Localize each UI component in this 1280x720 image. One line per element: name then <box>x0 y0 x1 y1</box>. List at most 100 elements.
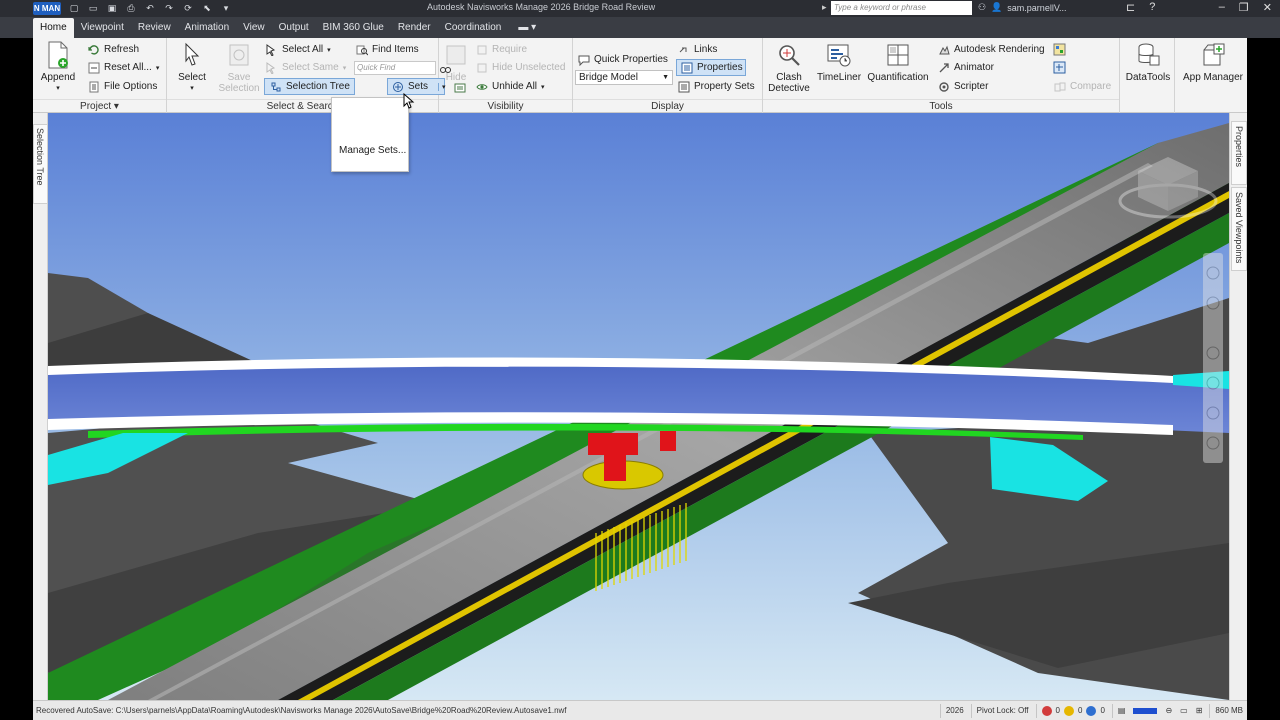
scripter-icon <box>937 80 950 93</box>
qat-dropdown-icon[interactable]: ▾ <box>221 3 231 14</box>
bridge-model-scene[interactable] <box>48 113 1229 700</box>
user-account[interactable]: ⚇ 👤 sam.parnellV... <box>978 2 1067 13</box>
properties-button[interactable]: Properties <box>676 59 746 76</box>
properties-dock-tab[interactable]: Properties <box>1231 121 1247 185</box>
navigation-bar[interactable] <box>1203 253 1223 463</box>
select-same-button[interactable]: Select Same ▾ <box>265 59 346 76</box>
pier-column[interactable] <box>604 451 626 481</box>
refresh-button[interactable]: Refresh <box>87 41 139 58</box>
select-icon[interactable]: ⬉ <box>202 3 212 14</box>
3d-viewport[interactable] <box>48 113 1229 700</box>
model-dropdown[interactable]: Bridge Model ▼ <box>575 70 673 85</box>
close-icon[interactable]: ✕ <box>1263 1 1272 14</box>
batch-utility-button[interactable] <box>1053 59 1066 76</box>
saved-viewpoints-dock-tab[interactable]: Saved Viewpoints <box>1231 187 1247 271</box>
property-sets-button[interactable]: Property Sets <box>677 78 755 95</box>
timeliner-icon <box>826 41 852 69</box>
save-icon[interactable]: ▣ <box>107 3 117 14</box>
unhide-all-button[interactable]: Unhide All ▾ <box>475 78 545 95</box>
find-items-icon <box>355 43 368 56</box>
tab-review[interactable]: Review <box>131 18 178 38</box>
file-options-icon <box>87 80 100 93</box>
pier-column-2[interactable] <box>660 431 676 451</box>
sheet-browser-icon[interactable]: ▤ <box>1118 704 1126 718</box>
hide-icon <box>443 41 469 69</box>
animator-button[interactable]: Animator <box>937 59 994 76</box>
restore-icon[interactable]: ❐ <box>1239 1 1249 14</box>
select-button[interactable]: Select ▾ <box>173 41 211 94</box>
quick-properties-button[interactable]: Quick Properties <box>577 51 668 68</box>
tab-view[interactable]: View <box>236 18 272 38</box>
disk-icon: ⊖ <box>1165 706 1173 715</box>
group-visibility: Hide Require Hide Unselected Unhide All … <box>439 38 573 113</box>
sets-button[interactable]: Sets ▾ <box>387 78 446 95</box>
group-tools: Clash Detective TimeLiner Quantification… <box>763 38 1120 113</box>
selection-tree-button[interactable]: Selection Tree <box>264 78 355 95</box>
scripter-button[interactable]: Scripter <box>937 78 988 95</box>
app-manager-button[interactable]: App Manager <box>1181 41 1245 83</box>
group-label-project[interactable]: Project ▾ <box>33 99 166 112</box>
cursor-icon <box>179 41 205 69</box>
network-icon: ⊞ <box>1195 706 1203 715</box>
new-file-icon[interactable]: ▢ <box>69 3 79 14</box>
cart-icon[interactable]: ⊏ <box>1126 1 1135 14</box>
save-selection-button[interactable]: Save Selection <box>218 41 260 94</box>
compare-button[interactable]: Compare <box>1053 78 1111 95</box>
undo-icon[interactable]: ↶ <box>145 3 155 14</box>
tab-output[interactable]: Output <box>272 18 316 38</box>
group-datatools: DataTools <box>1120 38 1175 113</box>
append-button[interactable]: Append ▾ <box>38 41 78 94</box>
info-icon <box>1086 706 1097 716</box>
app-logo[interactable]: N MAN <box>33 2 61 15</box>
file-options-button[interactable]: File Options <box>87 78 157 95</box>
datatools-button[interactable]: DataTools <box>1123 41 1173 83</box>
user-name[interactable]: sam.parnellV... <box>1007 3 1066 13</box>
tab-home[interactable]: Home <box>33 18 74 38</box>
binoculars-icon[interactable]: ⚇ <box>978 2 986 13</box>
compare-icon <box>1053 80 1066 93</box>
window-title: Autodesk Navisworks Manage 2026 Bridge R… <box>427 2 656 12</box>
hide-unselected-button[interactable]: Hide Unselected <box>475 59 565 76</box>
right-dock: Properties Saved Viewpoints <box>1229 113 1247 700</box>
animator-icon <box>937 61 950 74</box>
appearance-profiler-button[interactable] <box>1053 41 1066 58</box>
find-items-button[interactable]: Find Items <box>355 41 419 58</box>
search-expand-icon[interactable]: ▸ <box>822 2 827 13</box>
redo-icon[interactable]: ↷ <box>164 3 174 14</box>
app-manager-icon <box>1200 41 1226 69</box>
tab-render[interactable]: Render <box>391 18 438 38</box>
require-button[interactable]: Require <box>475 41 527 58</box>
autodesk-rendering-button[interactable]: Autodesk Rendering <box>937 41 1045 58</box>
group-display: Quick Properties Bridge Model ▼ Links Pr… <box>573 38 763 113</box>
search-input[interactable]: Type a keyword or phrase <box>831 1 972 15</box>
selection-tree-dock-tab[interactable]: Selection Tree <box>33 124 48 204</box>
group-app-manager: App Manager <box>1175 38 1247 113</box>
refresh-icon[interactable]: ⟳ <box>183 3 193 14</box>
quick-find-input[interactable]: Quick Find <box>354 61 436 75</box>
hide-button[interactable]: Hide <box>443 41 469 83</box>
rendering-icon <box>937 43 950 56</box>
reset-all-button[interactable]: Reset All... ▾ <box>87 59 159 76</box>
help-icon[interactable]: ? <box>1149 1 1155 14</box>
pivot-lock-status[interactable]: Pivot Lock: Off <box>970 704 1029 718</box>
ribbon-minimize-toggle[interactable]: ▬ ▾ <box>518 18 536 38</box>
tab-animation[interactable]: Animation <box>178 18 236 38</box>
minimize-icon[interactable]: – <box>1219 1 1225 14</box>
window-controls: – ❐ ✕ <box>1219 1 1272 14</box>
timeliner-button[interactable]: TimeLiner <box>815 41 863 83</box>
quantification-icon <box>885 41 911 69</box>
clash-detective-button[interactable]: Clash Detective <box>765 41 813 94</box>
tab-bim360-glue[interactable]: BIM 360 Glue <box>316 18 391 38</box>
open-file-icon[interactable]: ▭ <box>88 3 98 14</box>
print-icon[interactable]: ⎙ <box>126 3 136 14</box>
tab-viewpoint[interactable]: Viewpoint <box>74 18 131 38</box>
tab-coordination[interactable]: Coordination <box>438 18 509 38</box>
web-server-icon: ▭ <box>1180 706 1188 715</box>
quantification-button[interactable]: Quantification <box>865 41 931 83</box>
manage-sets-menu-item[interactable]: Manage Sets... <box>339 145 406 156</box>
memory-usage: 860 MB <box>1209 704 1243 718</box>
progress-bar-icon <box>1133 708 1158 714</box>
links-button[interactable]: Links <box>677 41 717 58</box>
group-label-visibility: Visibility <box>439 99 572 112</box>
select-all-button[interactable]: Select All ▾ <box>265 41 331 58</box>
